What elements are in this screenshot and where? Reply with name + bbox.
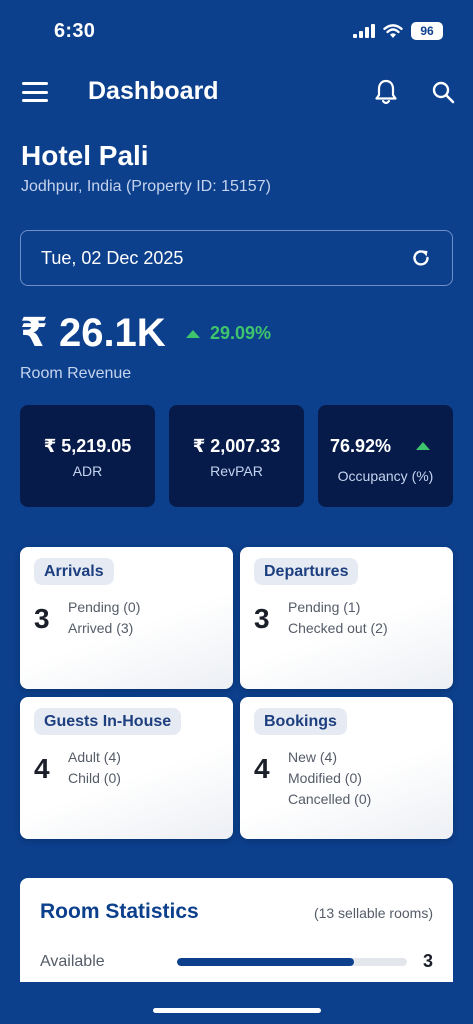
kpi-value: 76.92%: [330, 436, 392, 456]
signal-icon: [353, 24, 375, 38]
bookings-card[interactable]: Bookings 4 New (4) Modified (0) Cancelle…: [240, 697, 453, 839]
card-count: 4: [34, 753, 50, 784]
card-title: Departures: [254, 558, 359, 585]
kpi-adr: ₹ 5,219.05 ADR: [20, 405, 155, 507]
status-bar: 6:30 96: [0, 0, 473, 62]
card-line: New (4): [288, 749, 338, 765]
card-count: 3: [34, 603, 50, 634]
guests-in-house-card[interactable]: Guests In-House 4 Adult (4) Child (0): [20, 697, 233, 839]
date-picker[interactable]: Tue, 02 Dec 2025: [20, 230, 453, 286]
date-value: Tue, 02 Dec 2025: [41, 248, 184, 268]
card-line: Pending (0): [68, 599, 141, 615]
card-details: Pending (0) Arrived (3): [68, 597, 140, 639]
arrivals-card[interactable]: Arrivals 3 Pending (0) Arrived (3): [20, 547, 233, 689]
revenue-label: Room Revenue: [20, 365, 132, 382]
card-title: Arrivals: [34, 558, 114, 585]
room-statistics-subtitle: (13 sellable rooms): [313, 905, 433, 921]
card-line: Checked out (2): [288, 620, 388, 636]
card-line: Adult (4): [68, 749, 121, 765]
refresh-icon[interactable]: [410, 247, 432, 269]
status-time: 6:30: [54, 20, 96, 42]
revenue-change-value: 29.09%: [210, 323, 272, 343]
arrow-up-icon: [416, 442, 430, 450]
arrow-up-icon: [186, 329, 200, 338]
card-title: Bookings: [254, 708, 347, 735]
room-stat-bar: [177, 958, 407, 966]
card-line: Modified (0): [288, 770, 362, 786]
card-line: Cancelled (0): [288, 791, 372, 807]
bottom-area: [0, 982, 473, 1024]
wifi-icon: [383, 23, 403, 38]
revenue-value: ₹ 26.1K: [20, 311, 166, 355]
app-header: Dashboard: [0, 70, 473, 114]
kpi-label: RevPAR: [210, 463, 263, 479]
kpi-value: ₹ 5,219.05: [43, 436, 132, 456]
page-title: Dashboard: [88, 77, 219, 105]
status-icons: 96: [353, 22, 443, 40]
card-details: Pending (1) Checked out (2): [288, 597, 388, 639]
room-stat-bar-fill: [177, 958, 355, 966]
card-count: 3: [254, 603, 270, 634]
search-icon[interactable]: [430, 78, 456, 106]
hotel-name: Hotel Pali: [21, 140, 149, 171]
card-line: Arrived (3): [68, 620, 134, 636]
card-details: Adult (4) Child (0): [68, 747, 121, 789]
departures-card[interactable]: Departures 3 Pending (1) Checked out (2): [240, 547, 453, 689]
kpi-label: Occupancy (%): [337, 468, 434, 484]
bell-icon[interactable]: [373, 78, 399, 106]
room-statistics-title: Room Statistics: [40, 900, 199, 923]
kpi-revpar: ₹ 2,007.33 RevPAR: [169, 405, 304, 507]
card-count: 4: [254, 753, 270, 784]
room-stat-label: Available: [40, 953, 105, 970]
battery-indicator: 96: [411, 22, 443, 40]
kpi-label: ADR: [72, 463, 103, 479]
kpi-value: ₹ 2,007.33: [192, 436, 281, 456]
card-details: New (4) Modified (0) Cancelled (0): [288, 747, 371, 810]
home-indicator: [153, 1008, 321, 1013]
card-title: Guests In-House: [34, 708, 182, 735]
room-stat-value: 3: [422, 951, 433, 971]
menu-icon[interactable]: [22, 80, 48, 104]
card-line: Pending (1): [288, 599, 361, 615]
card-line: Child (0): [68, 770, 121, 786]
hotel-location: Jodhpur, India (Property ID: 15157): [21, 178, 271, 195]
revenue-change: 29.09%: [186, 323, 271, 344]
kpi-occupancy: 76.92% Occupancy (%): [318, 405, 453, 507]
